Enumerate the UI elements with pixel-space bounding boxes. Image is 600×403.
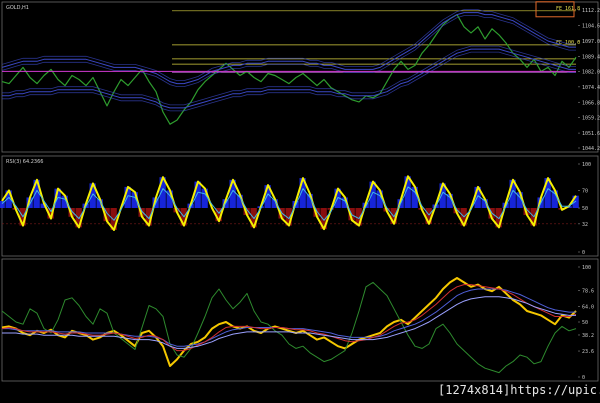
y-tick-label: 1074.40 — [582, 85, 600, 91]
y-tick-label: 64.0 — [582, 305, 594, 311]
y-tick-label: 100 — [582, 162, 591, 168]
y-tick-label: 70 — [582, 188, 588, 194]
y-tick-label: 1089.40 — [582, 54, 600, 60]
fib-level-label: FE 100.0 — [556, 40, 580, 46]
y-tick-label: 1051.60 — [582, 131, 600, 137]
y-tick-label: 1066.80 — [582, 100, 600, 106]
y-tick-label: 1112.29 — [582, 8, 600, 14]
y-tick-label: 1059.20 — [582, 116, 600, 122]
chart-canvas: GOLD,H1 1112.29 1104.60 1097.01 1089.40 1082.… — [0, 0, 600, 403]
fib-level-label: FE 161.8 — [556, 6, 580, 12]
panel-title: GOLD,H1 — [6, 5, 29, 11]
y-tick-label: 0 — [582, 250, 585, 256]
panel-title: RSI(3) 64.2366 — [6, 159, 43, 165]
y-tick-label: 32 — [582, 222, 588, 228]
y-tick-label: 1082.00 — [582, 69, 600, 75]
y-tick-label: 50 — [582, 320, 588, 326]
y-tick-label: 100 — [582, 265, 591, 271]
y-tick-label: 23.6 — [582, 349, 594, 355]
y-tick-label: 78.6 — [582, 289, 594, 295]
y-tick-label: 50 — [582, 206, 588, 212]
y-tick-label: 1097.01 — [582, 39, 600, 45]
y-tick-label: 0 — [582, 375, 585, 381]
screen-watermark: [1274x814]https://upic.me/ — [438, 383, 600, 397]
y-tick-label: 1104.60 — [582, 24, 600, 30]
y-tick-label: 38.2 — [582, 333, 594, 339]
y-tick-label: 1044.25 — [582, 146, 600, 152]
